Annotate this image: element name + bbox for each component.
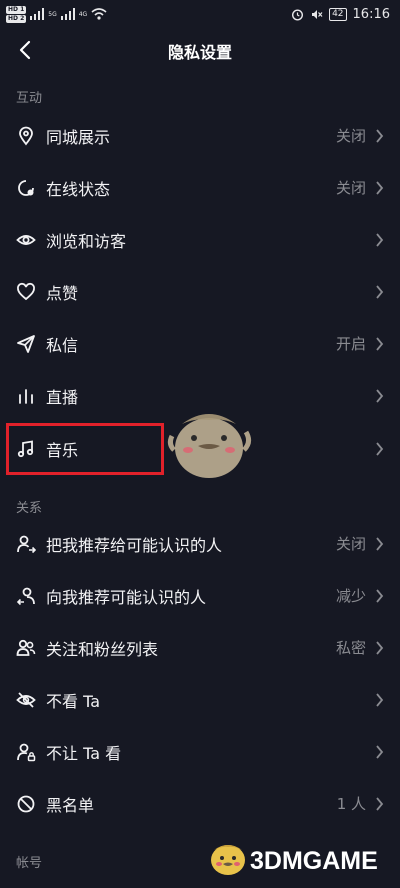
setting-row-recommend-me[interactable]: 把我推荐给可能认识的人 关闭 [0,518,400,570]
setting-label: 不看 Ta [46,692,101,711]
signal-icon [30,8,45,20]
setting-value: 开启 [335,335,366,353]
setting-label: 把我推荐给可能认识的人 [46,536,223,555]
status-bar-right: 42 16:16 [291,5,390,23]
setting-value: 私密 [335,639,366,657]
watermark-logo: 3DMGAME [211,845,378,875]
section-title-interaction: 互动 [16,91,43,106]
setting-row-block-ta-view[interactable]: 不让 Ta 看 [0,726,400,778]
setting-label: 不让 Ta 看 [46,744,122,763]
chevron-right-icon [376,285,384,299]
chevron-right-icon [376,389,384,403]
status-time: 16:16 [352,6,390,22]
setting-label: 向我推荐可能认识的人 [46,588,207,607]
hd1-badge: HD 1 [6,5,27,14]
chevron-right-icon [376,181,384,195]
recommend-in-icon [16,587,35,606]
location-pin-icon [19,126,33,146]
user-lock-icon [17,743,36,762]
setting-row-hide-ta[interactable]: 不看 Ta [0,674,400,726]
chevron-right-icon [376,442,384,456]
chevron-right-icon [376,745,384,759]
setting-label: 黑名单 [46,796,95,815]
setting-label: 同城展示 [46,128,111,147]
setting-row-recommend-to-me[interactable]: 向我推荐可能认识的人 减少 [0,570,400,622]
setting-row-blacklist[interactable]: 黑名单 1 人 [0,778,400,830]
mascot-sticker [167,414,252,478]
setting-row-online-status[interactable]: 在线状态 关闭 [0,162,400,214]
chevron-right-icon [376,233,384,247]
network-type-2: 4G [78,10,88,18]
chevron-right-icon [376,589,384,603]
chevron-right-icon [376,641,384,655]
setting-value: 1 人 [336,795,366,813]
chevron-right-icon [376,693,384,707]
eye-icon [16,235,36,245]
mute-icon [312,9,323,19]
setting-label: 私信 [46,336,79,355]
setting-value: 关闭 [335,179,366,197]
setting-label: 点赞 [46,284,79,303]
chevron-right-icon [376,797,384,811]
battery-indicator: 42 [329,7,347,21]
setting-label: 直播 [46,388,79,407]
chevron-right-icon [376,337,384,351]
setting-row-messages[interactable]: 私信 开启 [0,318,400,370]
heart-icon [17,282,35,301]
followers-icon [16,639,36,656]
recommend-out-icon [17,535,36,554]
setting-row-likes[interactable]: 点赞 [0,266,400,318]
hd-badges: HD 1 HD 2 [6,5,27,23]
network-type-1: 5G [48,10,57,18]
highlight-box [6,423,164,475]
setting-value: 减少 [335,587,366,605]
chevron-right-icon [376,129,384,143]
signal-icon [60,8,75,20]
setting-row-nearby-display[interactable]: 同城展示 关闭 [0,110,400,162]
status-bar-left: HD 1 HD 2 5G 4G [6,3,107,25]
setting-row-follow-list[interactable]: 关注和粉丝列表 私密 [0,622,400,674]
setting-label: 关注和粉丝列表 [46,640,159,659]
paper-plane-icon [17,335,35,353]
online-status-icon [18,180,34,196]
live-bars-icon [19,389,33,404]
setting-label: 浏览和访客 [46,232,127,251]
nav-bar: 隐私设置 [0,28,400,72]
section-title-relationship: 关系 [16,501,43,516]
alarm-icon [292,8,304,21]
setting-label: 在线状态 [46,180,111,199]
chevron-right-icon [376,537,384,551]
block-icon [17,795,35,813]
page-title: 隐私设置 [167,43,232,62]
hd2-badge: HD 2 [6,14,27,23]
section-title-account: 帐号 [16,856,43,871]
setting-value: 关闭 [335,127,366,145]
wifi-icon [91,8,107,20]
eye-off-icon [16,692,36,708]
watermark-text: 3DMGAME [250,847,378,875]
setting-row-browse-visitors[interactable]: 浏览和访客 [0,214,400,266]
status-bar: HD 1 HD 2 5G 4G 42 16:16 [0,0,400,28]
setting-value: 关闭 [335,535,366,553]
